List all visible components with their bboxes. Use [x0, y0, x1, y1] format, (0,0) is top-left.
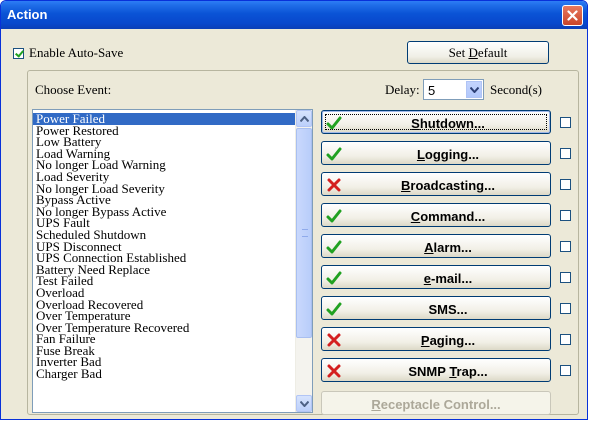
alarm-checkbox[interactable]	[560, 241, 571, 252]
red-x-icon	[327, 333, 341, 347]
shutdown-checkbox[interactable]	[560, 117, 571, 128]
snmp-trap-button[interactable]: SNMP Trap...	[321, 358, 551, 382]
event-listbox[interactable]: Power Failed Power Restored Low Battery Loa…	[32, 109, 313, 413]
event-list-scrollbar[interactable]	[295, 110, 312, 412]
action-label-post: aging...	[429, 333, 476, 348]
action-label-post: ogging...	[424, 147, 480, 162]
title-bar[interactable]: Action	[1, 1, 587, 29]
action-label-post: ommand...	[420, 209, 486, 224]
green-check-icon	[326, 116, 342, 130]
red-x-icon	[327, 364, 341, 378]
sms-button[interactable]: SMS...	[321, 296, 551, 320]
paging-button[interactable]: Paging...	[321, 327, 551, 351]
paging-checkbox[interactable]	[560, 334, 571, 345]
logging-button[interactable]: Logging...	[321, 141, 551, 165]
action-label-post: -mail...	[431, 271, 473, 286]
shutdown-button[interactable]: Shutdown...	[321, 110, 551, 134]
receptacle-accel: R	[371, 397, 381, 412]
delay-select[interactable]: 5	[423, 79, 484, 100]
close-icon	[567, 10, 578, 21]
command-button[interactable]: Command...	[321, 203, 551, 227]
broadcasting-button[interactable]: Broadcasting...	[321, 172, 551, 196]
alarm-button[interactable]: Alarm...	[321, 234, 551, 258]
action-label-accel: A	[424, 240, 434, 255]
green-check-icon	[326, 147, 342, 161]
green-check-icon	[326, 271, 342, 285]
set-default-button[interactable]: Set Default	[407, 41, 549, 64]
scroll-thumb[interactable]	[296, 128, 312, 338]
action-label-accel: e	[423, 271, 432, 286]
broadcasting-label: Broadcasting...	[346, 178, 550, 193]
window-title: Action	[7, 7, 48, 22]
set-default-label-post: efault	[477, 44, 508, 60]
action-label-post: roadcasting...	[410, 178, 495, 193]
receptacle-control-label: Receptacle Control...	[322, 397, 550, 412]
alarm-label: Alarm...	[346, 240, 550, 255]
sms-checkbox[interactable]	[560, 303, 571, 314]
logging-checkbox[interactable]	[560, 148, 571, 159]
sms-label: SMS...	[346, 302, 550, 317]
choose-event-label: Choose Event:	[35, 82, 112, 97]
action-label-accel: L	[416, 147, 425, 162]
scroll-up-button[interactable]	[296, 110, 312, 127]
delay-unit-label: Second(s)	[490, 82, 542, 97]
command-label: Command...	[346, 209, 550, 224]
enable-autosave-checkbox[interactable]	[13, 47, 24, 59]
broadcasting-checkbox[interactable]	[560, 179, 571, 190]
green-check-icon	[326, 209, 342, 223]
receptacle-control-button: Receptacle Control...	[321, 391, 551, 415]
paging-label: Paging...	[346, 333, 550, 348]
set-default-label-pre: Set	[448, 44, 469, 60]
red-x-icon	[327, 178, 341, 192]
action-dialog: Action Enable Auto-Save Set Default Choo…	[0, 0, 588, 420]
action-label-accel: C	[410, 209, 421, 224]
snmp-trap-checkbox[interactable]	[560, 365, 571, 376]
action-label-pre: SNMP	[408, 364, 450, 379]
snmp-trap-label: SNMP Trap...	[346, 364, 550, 379]
logging-label: Logging...	[346, 147, 550, 162]
chevron-up-icon	[299, 115, 309, 122]
shutdown-label: Shutdown...	[346, 116, 550, 131]
event-list-item[interactable]: Charger Bad	[33, 367, 295, 380]
grip-icon	[302, 229, 308, 237]
e-mail-checkbox[interactable]	[560, 272, 571, 283]
action-label-pre: SMS...	[428, 302, 468, 317]
delay-value: 5	[428, 83, 436, 98]
action-label-accel: T	[449, 364, 457, 379]
action-label-post: rap...	[456, 364, 488, 379]
set-default-label-accel: D	[468, 44, 478, 60]
chevron-down-icon	[299, 400, 309, 407]
event-list: Power Failed Power Restored Low Battery Loa…	[33, 112, 295, 380]
enable-autosave-label: Enable Auto-Save	[29, 45, 124, 60]
close-button[interactable]	[562, 5, 583, 26]
delay-label: Delay:	[385, 82, 420, 97]
action-label-accel: P	[420, 333, 430, 348]
action-label-post: hutdown...	[419, 116, 485, 131]
e-mail-button[interactable]: e-mail...	[321, 265, 551, 289]
action-label-accel: S	[411, 116, 420, 131]
action-label-accel: B	[401, 178, 411, 193]
green-check-icon	[326, 302, 342, 316]
green-check-icon	[326, 240, 342, 254]
enable-autosave-row[interactable]: Enable Auto-Save	[13, 45, 123, 61]
e-mail-label: e-mail...	[346, 271, 550, 286]
receptacle-label-post: eceptacle Control...	[380, 397, 501, 412]
scroll-down-button[interactable]	[296, 395, 312, 412]
chevron-down-icon[interactable]	[466, 81, 482, 98]
action-label-post: larm...	[433, 240, 472, 255]
command-checkbox[interactable]	[560, 210, 571, 221]
